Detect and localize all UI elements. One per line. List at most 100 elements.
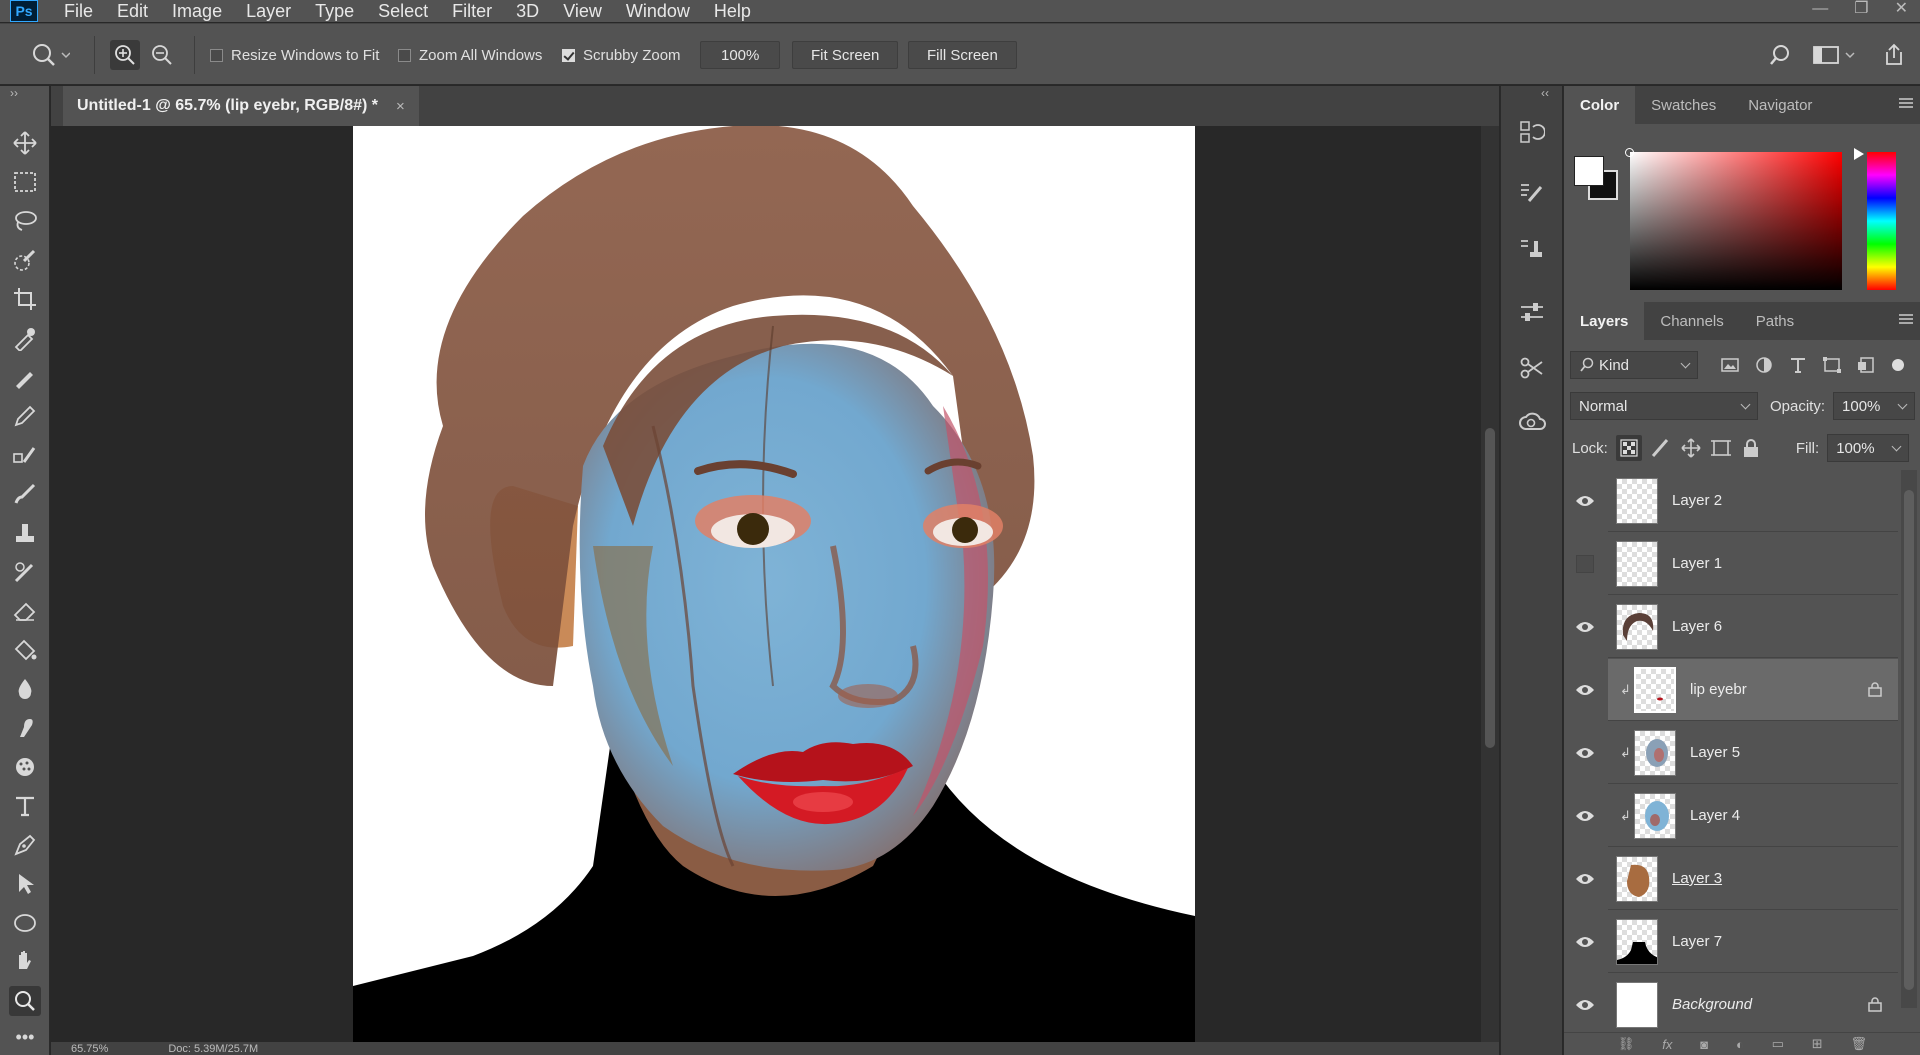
layer-name[interactable]: Layer 3 [1672,870,1722,887]
lock-position-move-icon[interactable] [1680,437,1702,459]
layer-name[interactable]: Layer 1 [1672,555,1722,572]
brush-tool[interactable] [9,479,41,509]
checkbox-resize[interactable] [210,48,223,62]
visibility-toggle[interactable] [1572,533,1598,595]
visibility-toggle[interactable] [1572,722,1598,784]
brushes-panel-button[interactable] [1509,166,1555,218]
hue-slider[interactable] [1867,152,1896,290]
more-tools-icon[interactable]: ••• [9,1025,41,1049]
menu-layer[interactable]: Layer [234,0,303,22]
trash-icon[interactable]: 🗑 [1851,1036,1868,1052]
color-picker-field[interactable] [1630,152,1842,290]
ellipse-tool[interactable] [9,908,41,938]
fill-field[interactable]: 100% [1827,434,1910,462]
blur-tool[interactable] [9,674,41,704]
visibility-toggle[interactable] [1572,659,1598,721]
history-panel-button[interactable] [1509,106,1555,158]
menu-filter[interactable]: Filter [440,0,504,22]
tab-color[interactable]: Color [1564,86,1636,124]
pencil-tool[interactable] [9,401,41,431]
link-layers-icon[interactable]: ⛓ [1618,1036,1635,1052]
close-tab-icon[interactable]: × [396,98,405,115]
resize-windows-checkbox[interactable]: Resize Windows to Fit [210,24,379,86]
tool-preset-picker[interactable] [30,24,70,86]
lock-all-icon[interactable] [1740,437,1762,459]
opacity-field[interactable]: 100% [1833,392,1916,420]
menu-view[interactable]: View [551,0,614,22]
artboard[interactable] [353,126,1195,1042]
close-window-icon[interactable]: ✕ [1895,0,1908,18]
filter-smart-object-icon[interactable] [1856,356,1876,374]
status-zoom[interactable]: 65.75% [71,1043,108,1055]
tab-swatches[interactable]: Swatches [1635,86,1732,124]
hue-slider-handle-icon[interactable] [1854,148,1864,160]
menu-select[interactable]: Select [366,0,440,22]
zoom-value-field[interactable]: 100% [700,41,781,69]
layer-row-layer-3[interactable]: Layer 3 [1576,848,1898,910]
blend-mode-dropdown[interactable]: Normal [1570,392,1758,420]
layer-row-layer-4[interactable]: ↲ Layer 4 [1576,785,1898,847]
tool-presets-panel-button[interactable] [1509,342,1555,394]
clone-source-panel-button[interactable] [1509,222,1555,274]
canvas-area[interactable] [51,126,1481,1042]
visibility-toggle[interactable] [1572,848,1598,910]
scrubby-zoom-checkbox[interactable]: Scrubby Zoom [562,24,681,86]
layers-panel-menu-icon[interactable] [1899,314,1913,324]
visibility-toggle[interactable] [1572,911,1598,973]
checkbox-zoom-all[interactable] [398,48,411,62]
layer-row-lip-eyebr[interactable]: ↲ lip eyebr [1576,659,1898,721]
zoom-in-button[interactable] [110,24,140,86]
eraser-tool[interactable] [9,596,41,626]
filter-adjustment-icon[interactable] [1754,356,1774,374]
visibility-toggle[interactable] [1572,470,1598,532]
tab-layers[interactable]: Layers [1564,302,1645,340]
lock-transparent-button[interactable] [1615,435,1642,461]
layer-row-layer-2[interactable]: Layer 2 [1576,470,1898,532]
clone-brush-tool[interactable] [9,440,41,470]
canvas-vertical-scrollbar[interactable] [1481,126,1499,1042]
pen-tool[interactable] [9,830,41,860]
layer-row-layer-7[interactable]: Layer 7 [1576,911,1898,973]
layers-scrollbar[interactable] [1901,470,1917,1008]
layer-name[interactable]: Background [1672,996,1752,1013]
adjustments-panel-button[interactable] [1509,286,1555,338]
document-tab[interactable]: Untitled-1 @ 65.7% (lip eyebr, RGB/8#) *… [63,86,419,126]
paint-bucket-tool[interactable] [9,635,41,665]
layer-row-layer-5[interactable]: ↲ Layer 5 [1576,722,1898,784]
menu-window[interactable]: Window [614,0,702,22]
filter-shape-icon[interactable] [1822,356,1842,374]
marquee-tool[interactable] [9,167,41,197]
fill-screen-button[interactable]: Fill Screen [908,41,1017,69]
share-button[interactable] [1882,24,1906,86]
layer-name[interactable]: Layer 6 [1672,618,1722,635]
quick-selection-tool[interactable] [9,245,41,275]
stamp-tool[interactable] [9,518,41,548]
picker-handle[interactable] [1625,148,1634,157]
layer-row-background[interactable]: Background [1576,974,1898,1032]
adjustment-layer-icon[interactable]: ◐ [1736,1037,1744,1052]
fit-screen-button[interactable]: Fit Screen [792,41,899,69]
color-panel-menu-icon[interactable] [1899,98,1913,108]
layer-row-layer-1[interactable]: Layer 1 [1576,533,1898,595]
add-mask-icon[interactable]: ◙ [1700,1037,1708,1052]
collapse-dock-icon[interactable]: ‹‹ [1541,86,1549,100]
foreground-color-swatch[interactable] [1574,156,1604,186]
hidden-visibility-box[interactable] [1576,554,1594,573]
menu-file[interactable]: File [52,0,105,22]
libraries-panel-button[interactable] [1509,396,1555,448]
zoom-out-button[interactable] [150,24,174,86]
search-button[interactable] [1768,24,1792,86]
workspace-switcher[interactable] [1812,24,1856,86]
sponge-tool[interactable] [9,752,41,782]
zoom-tool[interactable] [9,986,41,1016]
layer-filter-kind-dropdown[interactable]: Kind [1570,351,1698,379]
new-layer-icon[interactable]: ⊞ [1812,1036,1823,1052]
menu-image[interactable]: Image [160,0,234,22]
minimize-icon[interactable]: — [1812,0,1828,18]
layer-name[interactable]: lip eyebr [1690,681,1747,698]
collapse-toolbar-icon[interactable]: ›› [10,86,18,100]
menu-help[interactable]: Help [702,0,763,22]
layer-row-layer-6[interactable]: Layer 6 [1576,596,1898,658]
checkbox-scrubby[interactable] [562,48,575,62]
crop-tool[interactable] [9,284,41,314]
